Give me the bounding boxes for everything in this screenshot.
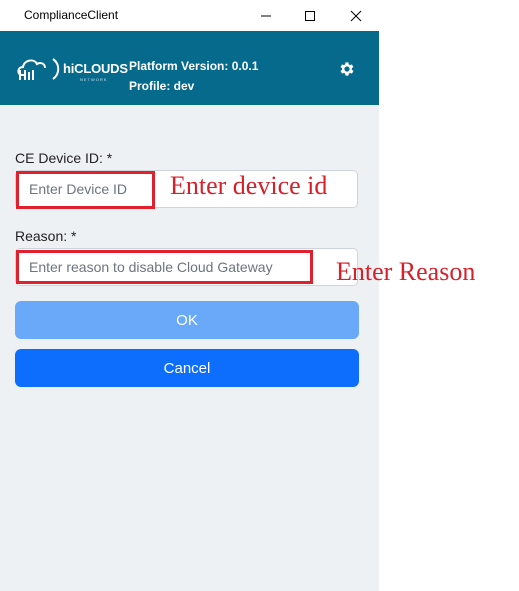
app-window: ComplianceClient hiCLOUDS NETWORK Platfo… [0,0,379,591]
reason-input[interactable] [15,248,358,286]
reason-annotation: Enter Reason [336,257,476,286]
platform-info: Platform Version: 0.0.1 Profile: dev [129,56,258,96]
title-bar: ComplianceClient [0,0,379,31]
reason-label: Reason: * [15,228,77,244]
cancel-button[interactable]: Cancel [15,349,359,387]
minimize-icon [261,15,271,16]
close-button[interactable] [333,0,379,31]
device-id-annotation: Enter device id [170,171,328,200]
cloud-logo-icon [17,58,60,80]
platform-version: Platform Version: 0.0.1 [129,59,259,73]
profile-label: Profile: dev [129,79,195,93]
device-id-label: CE Device ID: * [15,150,113,166]
window-title: ComplianceClient [24,8,119,22]
logo-text: hiCLOUDS [63,61,128,76]
hiclouds-logo: hiCLOUDS NETWORK [16,53,128,85]
logo-subtext: NETWORK [80,77,108,82]
screenshot-stage: ComplianceClient hiCLOUDS NETWORK Platfo… [0,0,519,591]
close-icon [350,10,362,21]
maximize-icon [305,10,315,21]
app-header: hiCLOUDS NETWORK Platform Version: 0.0.1… [0,31,379,105]
gear-icon[interactable] [338,60,356,78]
minimize-button[interactable] [243,0,289,31]
maximize-button[interactable] [287,0,333,31]
ok-button[interactable]: OK [15,301,359,339]
